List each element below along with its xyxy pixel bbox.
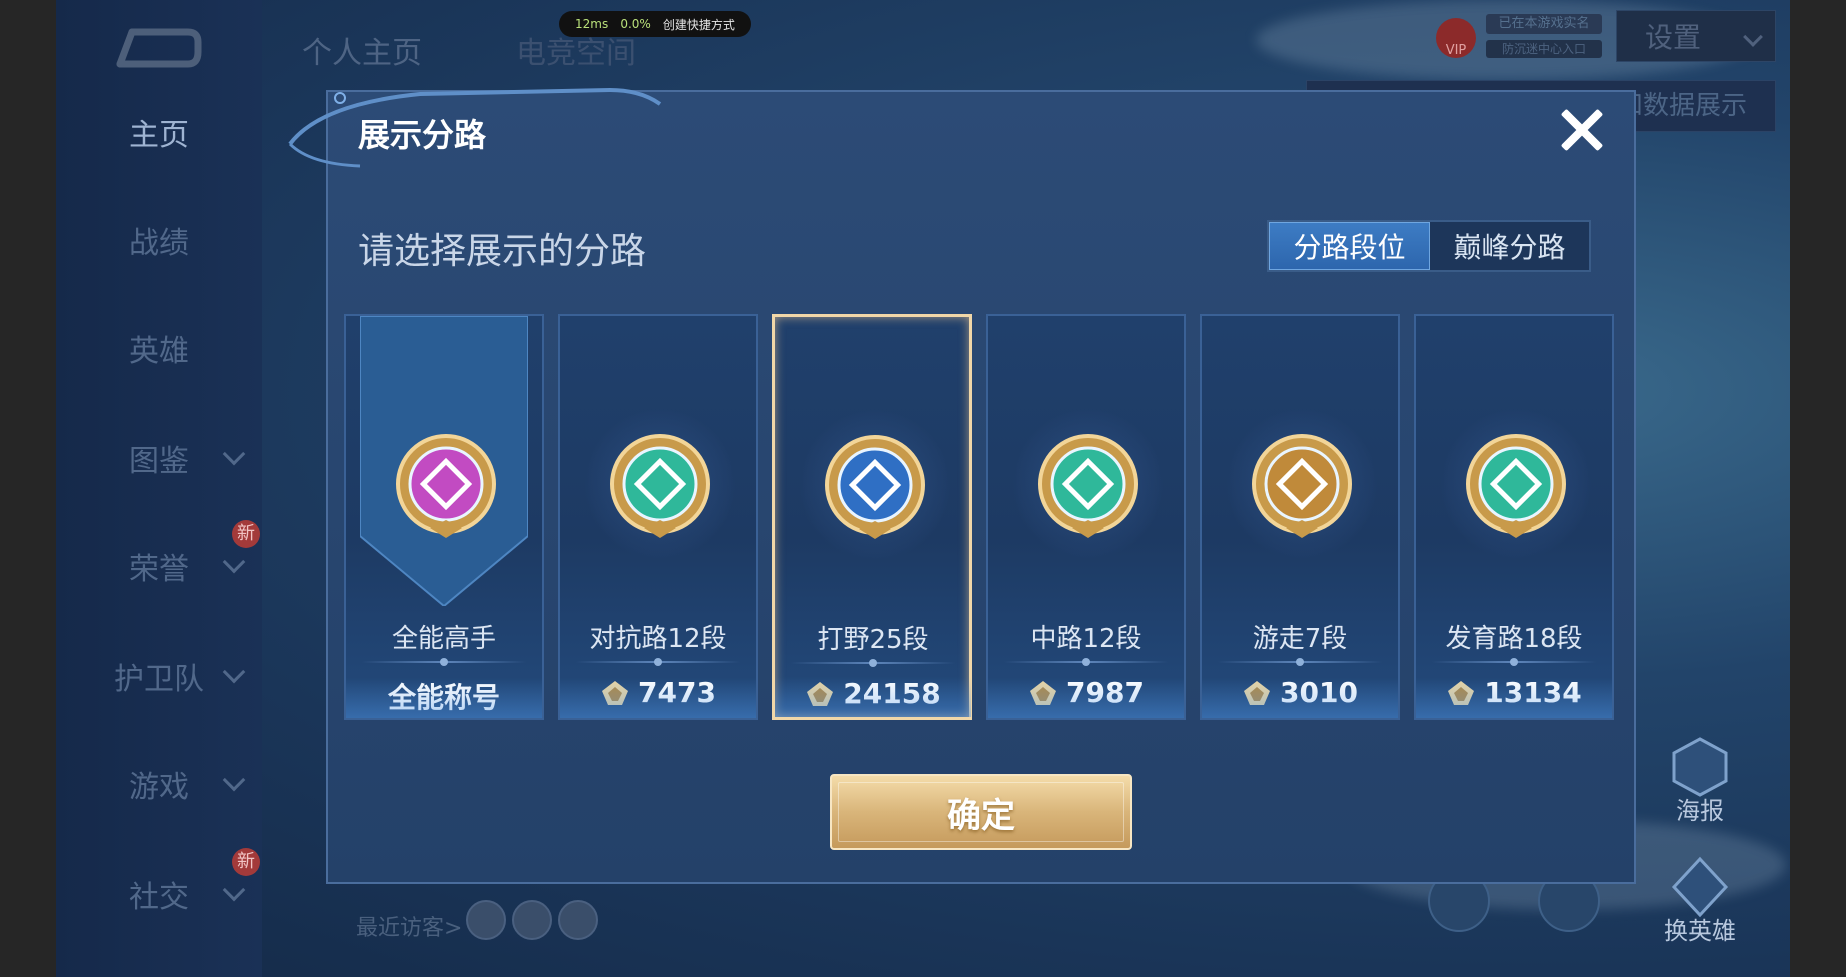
sidebar-item[interactable]: 护卫队 xyxy=(56,646,262,706)
letterbox-left xyxy=(0,0,56,977)
lane-card[interactable]: 打野25段24158 xyxy=(772,314,972,720)
mid-lane-emblem-icon xyxy=(1038,434,1138,538)
all-round-emblem-icon xyxy=(396,434,496,538)
card-bottom-glow xyxy=(560,678,756,718)
game-viewport: 主页 战绩 英雄 图鉴 荣誉新护卫队 游戏 社交新 个人主页 电竞空间 VIP 已在本游戏实… xyxy=(56,0,1790,977)
card-bottom-glow xyxy=(988,678,1184,718)
lane-card[interactable]: 游走7段3010 xyxy=(1200,314,1400,720)
lane-card[interactable]: 对抗路12段7473 xyxy=(558,314,758,720)
letterbox-right xyxy=(1790,0,1846,977)
card-bottom-glow xyxy=(346,678,542,718)
card-divider xyxy=(791,659,955,667)
poster-icon xyxy=(1672,737,1728,797)
clash-lane-emblem-icon xyxy=(610,434,710,538)
visitor-avatar[interactable] xyxy=(466,900,506,940)
auth-status-chip[interactable]: 已在本游戏实名 xyxy=(1486,14,1602,34)
close-icon[interactable] xyxy=(1554,102,1610,158)
lane-card-name: 对抗路12段 xyxy=(589,624,727,654)
confirm-button[interactable]: 确定 xyxy=(830,774,1132,850)
sidebar-item[interactable]: 主页 xyxy=(56,102,262,162)
sidebar-item[interactable]: 战绩 xyxy=(56,210,262,270)
lane-card[interactable]: 中路12段7987 xyxy=(986,314,1186,720)
card-divider xyxy=(576,658,740,666)
poster-label: 海报 xyxy=(1676,797,1724,825)
card-divider xyxy=(1004,658,1168,666)
card-bottom-glow xyxy=(1202,678,1398,718)
sidebar-item[interactable]: 图鉴 xyxy=(56,428,262,488)
card-divider xyxy=(362,658,526,666)
lane-card-name: 中路12段 xyxy=(1030,624,1142,654)
lane-display-modal: 展示分路 请选择展示的分路 分路段位 巅峰分路 全能高手全能称号对抗路12段74… xyxy=(288,87,1636,884)
create-shortcut-link[interactable]: 创建快捷方式 xyxy=(663,16,735,33)
card-bottom-glow xyxy=(775,677,971,717)
card-divider xyxy=(1218,658,1382,666)
modal-subtitle: 请选择展示的分路 xyxy=(358,231,647,272)
lane-card-name: 游走7段 xyxy=(1252,624,1348,654)
page-title: 个人主页 xyxy=(302,36,422,71)
tab-lane-rank[interactable]: 分路段位 xyxy=(1269,222,1430,270)
sidebar-item-label: 英雄 xyxy=(129,334,189,369)
card-divider xyxy=(1432,658,1596,666)
lane-card-name: 全能高手 xyxy=(391,624,496,654)
vip-badge[interactable]: VIP xyxy=(1436,18,1476,58)
switch-hero-label: 换英雄 xyxy=(1664,917,1736,945)
sidebar-item[interactable]: 荣誉 xyxy=(56,536,262,596)
lane-card[interactable]: 发育路18段13134 xyxy=(1414,314,1614,720)
anti-addiction-chip[interactable]: 防沉迷中心入口 xyxy=(1486,40,1602,58)
modal-title: 展示分路 xyxy=(358,116,487,154)
sidebar-item[interactable]: 英雄 xyxy=(56,318,262,378)
card-bottom-glow xyxy=(1416,678,1612,718)
new-badge: 新 xyxy=(232,520,260,548)
lane-card[interactable]: 全能高手全能称号 xyxy=(344,314,544,720)
farm-lane-emblem-icon xyxy=(1466,434,1566,538)
roam-emblem-icon xyxy=(1252,434,1352,538)
new-badge: 新 xyxy=(232,848,260,876)
sidebar-item-label: 主页 xyxy=(129,118,189,153)
latency-readout: 12ms xyxy=(575,17,609,31)
sidebar: 主页 战绩 英雄 图鉴 荣誉新护卫队 游戏 社交新 xyxy=(56,0,262,977)
switch-hero-button[interactable]: 换英雄 xyxy=(1664,855,1736,945)
cpu-readout: 0.0% xyxy=(620,17,651,31)
lane-mode-toggle: 分路段位 巅峰分路 xyxy=(1267,220,1591,272)
lane-card-name: 发育路18段 xyxy=(1445,624,1583,654)
lane-card-list: 全能高手全能称号对抗路12段7473打野25段24158中路12段7987游走7… xyxy=(344,314,1620,722)
tab-peak-lane[interactable]: 巅峰分路 xyxy=(1430,222,1589,270)
jungle-emblem-icon xyxy=(825,435,925,539)
poster-button[interactable]: 海报 xyxy=(1668,735,1732,825)
sidebar-item[interactable]: 社交 xyxy=(56,864,262,924)
switch-hero-icon xyxy=(1671,856,1729,918)
sidebar-item-label: 战绩 xyxy=(129,226,189,261)
back-arrow-icon[interactable] xyxy=(112,26,202,76)
visitor-avatar[interactable] xyxy=(512,900,552,940)
sidebar-item[interactable]: 游戏 xyxy=(56,754,262,814)
perf-overlay[interactable]: 12ms 0.0% 创建快捷方式 xyxy=(559,11,751,37)
lane-card-name: 打野25段 xyxy=(817,625,929,655)
recent-visitors-link[interactable]: 最近访客> xyxy=(356,910,462,942)
settings-label: 设置 xyxy=(1645,21,1702,54)
modal-header-ornament xyxy=(288,87,662,168)
visitor-avatar[interactable] xyxy=(558,900,598,940)
